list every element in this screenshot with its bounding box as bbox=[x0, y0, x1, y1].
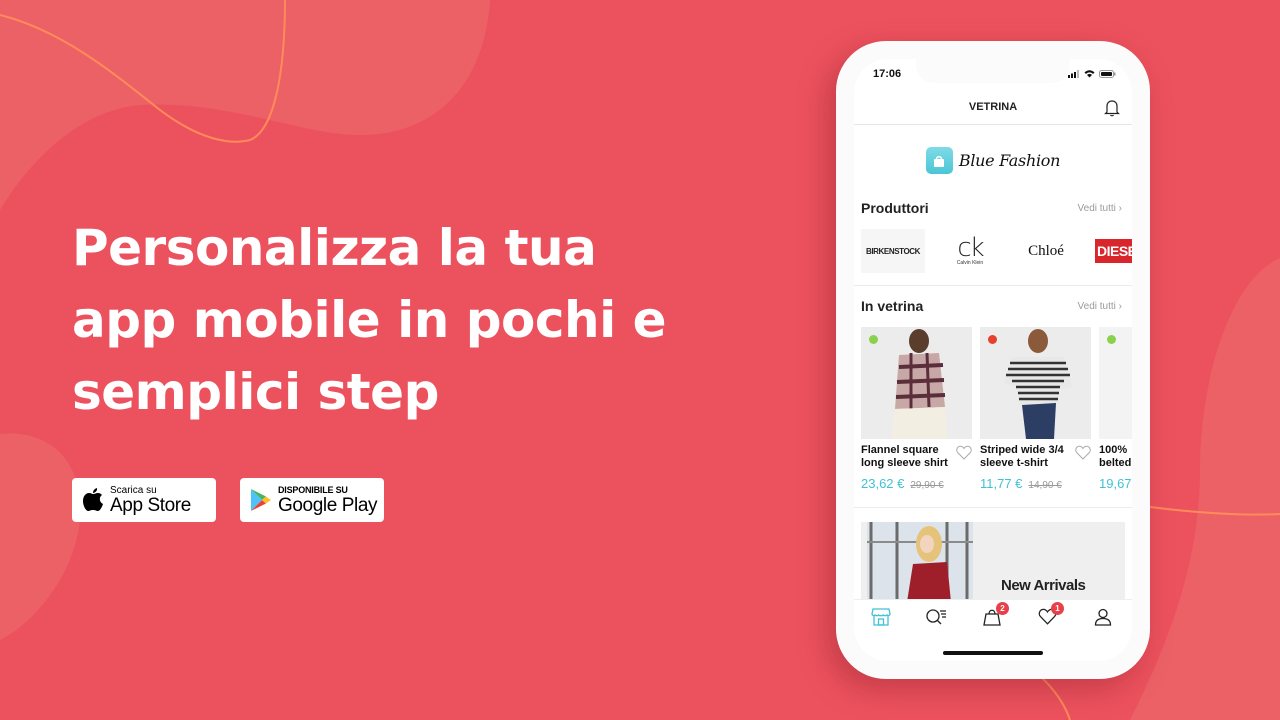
app-store-big-label: App Store bbox=[110, 494, 191, 516]
search-list-icon bbox=[926, 609, 946, 625]
google-play-button[interactable]: DISPONIBILE SU Google Play bbox=[240, 478, 384, 522]
banner-title: New Arrivals bbox=[1001, 577, 1086, 594]
producers-header: Produttori Vedi tutti › bbox=[861, 200, 1122, 220]
cart-badge: 2 bbox=[996, 602, 1009, 615]
in-stock-indicator bbox=[869, 335, 878, 344]
phone-mockup: 17:06 VETRINA Blue Fashion Produttori Ve… bbox=[836, 41, 1150, 679]
product-price: 11,77 € bbox=[980, 476, 1023, 491]
section-divider bbox=[854, 285, 1132, 286]
striped-shirt-photo bbox=[1004, 329, 1072, 439]
right-blob bbox=[1130, 258, 1280, 720]
google-play-small-label: DISPONIBILE SU bbox=[278, 484, 348, 495]
showcase-carousel: Flannel square long sleeve shirt 23,62 €… bbox=[861, 327, 1132, 497]
product-name: 100% belted bbox=[1099, 444, 1132, 469]
google-play-icon bbox=[251, 489, 271, 511]
google-play-big-label: Google Play bbox=[278, 494, 378, 516]
signal-icon bbox=[1068, 70, 1079, 78]
out-of-stock-indicator bbox=[988, 335, 997, 344]
product-image bbox=[980, 327, 1091, 439]
shopping-bag-icon bbox=[925, 147, 953, 174]
home-indicator[interactable] bbox=[943, 651, 1043, 655]
bottom-tab-bar: 2 1 bbox=[854, 599, 1132, 661]
see-all-label: Vedi tutti bbox=[1077, 203, 1116, 214]
app-store-small-label: Scarica su bbox=[110, 484, 157, 496]
producer-birkenstock[interactable]: BIRKENSTOCK bbox=[861, 229, 925, 273]
producers-title: Produttori bbox=[861, 200, 929, 216]
plaid-shirt-photo bbox=[891, 329, 947, 439]
ck-logo-subtext: Calvin Klein bbox=[956, 260, 984, 266]
phone-screen: 17:06 VETRINA Blue Fashion Produttori Ve… bbox=[854, 59, 1132, 661]
ck-logo-text: ck bbox=[957, 233, 984, 263]
tab-cart[interactable]: 2 bbox=[977, 602, 1009, 630]
wifi-icon bbox=[1084, 70, 1095, 78]
product-name: Striped wide 3/4 sleeve t-shirt bbox=[980, 444, 1064, 469]
tab-store[interactable] bbox=[866, 608, 896, 630]
hero-headline: Personalizza la tua app mobile in pochi … bbox=[72, 212, 712, 428]
product-image bbox=[1099, 327, 1132, 439]
heart-icon[interactable] bbox=[956, 445, 972, 460]
product-name: Flannel square long sleeve shirt bbox=[861, 444, 948, 469]
producers-carousel: BIRKENSTOCK ck Calvin Klein Chloé DIESEL bbox=[861, 229, 1132, 273]
product-card[interactable]: 100% belted 19,67 bbox=[1099, 327, 1132, 491]
chevron-right-icon: › bbox=[1118, 203, 1122, 214]
brand-logo-row: Blue Fashion bbox=[854, 147, 1132, 174]
showcase-title: In vetrina bbox=[861, 298, 924, 314]
hero-line-1: Personalizza la tua bbox=[72, 219, 597, 277]
tab-profile[interactable] bbox=[1088, 608, 1118, 630]
product-price: 19,67 bbox=[1099, 476, 1132, 491]
page-title: VETRINA bbox=[968, 101, 1018, 113]
see-all-label: Vedi tutti bbox=[1077, 301, 1116, 312]
producer-chloe[interactable]: Chloé bbox=[1013, 229, 1079, 273]
banner-photo bbox=[867, 522, 973, 602]
product-old-price: 14,90 € bbox=[1028, 480, 1062, 491]
showcase-see-all-link[interactable]: Vedi tutti › bbox=[1078, 301, 1122, 312]
product-image bbox=[861, 327, 972, 439]
status-bar: 17:06 bbox=[854, 67, 1132, 83]
left-blob bbox=[0, 433, 81, 640]
producers-see-all-link[interactable]: Vedi tutti › bbox=[1078, 203, 1122, 214]
in-stock-indicator bbox=[1107, 335, 1116, 344]
bottom-curve-line bbox=[1039, 675, 1071, 720]
user-icon bbox=[1094, 608, 1112, 626]
producer-calvin-klein[interactable]: ck Calvin Klein bbox=[937, 229, 1003, 273]
hero-line-3: semplici step bbox=[72, 363, 439, 421]
battery-icon bbox=[1099, 70, 1116, 78]
wishlist-badge: 1 bbox=[1051, 602, 1064, 615]
hero-line-2: app mobile in pochi e bbox=[72, 291, 667, 349]
chevron-right-icon: › bbox=[1118, 301, 1122, 312]
bell-icon[interactable] bbox=[1104, 99, 1120, 117]
nav-header: VETRINA bbox=[854, 93, 1132, 125]
section-divider bbox=[854, 507, 1132, 508]
store-icon bbox=[871, 608, 891, 626]
brand-name: Blue Fashion bbox=[958, 151, 1061, 170]
tab-search[interactable] bbox=[921, 608, 951, 630]
tab-wishlist[interactable]: 1 bbox=[1032, 602, 1064, 630]
product-price: 23,62 € bbox=[861, 476, 905, 491]
heart-icon[interactable] bbox=[1075, 445, 1091, 460]
product-old-price: 29,90 € bbox=[910, 480, 944, 491]
showcase-header: In vetrina Vedi tutti › bbox=[861, 298, 1122, 318]
apple-icon bbox=[83, 488, 103, 511]
status-time: 17:06 bbox=[873, 68, 902, 80]
app-store-button[interactable]: Scarica su App Store bbox=[72, 478, 216, 522]
product-card[interactable]: Striped wide 3/4 sleeve t-shirt 11,77 € … bbox=[980, 327, 1091, 491]
product-card[interactable]: Flannel square long sleeve shirt 23,62 €… bbox=[861, 327, 972, 491]
new-arrivals-banner[interactable]: New Arrivals bbox=[861, 522, 1125, 602]
top-left-blob bbox=[0, 0, 490, 210]
producer-diesel[interactable]: DIESEL bbox=[1095, 239, 1132, 263]
